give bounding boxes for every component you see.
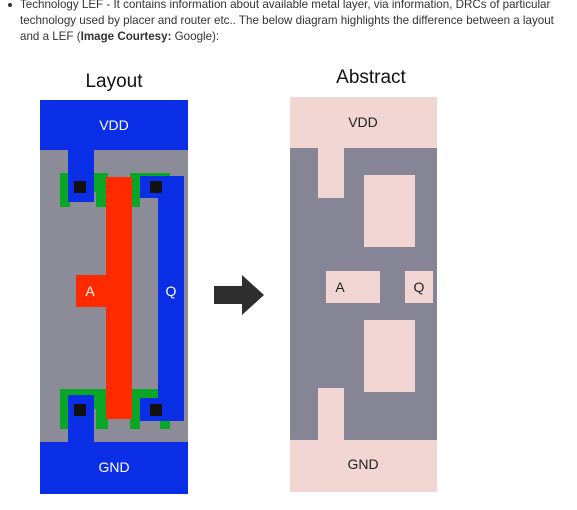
layout-a-label: A [85,283,95,299]
abstract-title: Abstract [336,67,406,88]
abstract-a-pin [326,271,380,303]
abstract-cell: VDD GND A Q [290,97,437,492]
layout-vdd-label: VDD [99,117,129,133]
abstract-blockage-top [364,175,415,247]
right-arrow-icon [214,275,264,315]
layout-contact [150,181,162,193]
layout-gnd-stub [68,395,94,442]
abstract-gnd-label: GND [347,456,378,472]
layout-q-label: Q [166,283,177,299]
layout-gnd-label: GND [98,459,129,475]
abstract-vdd-stub [318,148,344,198]
abstract-vdd-label: VDD [348,114,378,130]
layout-title: Layout [85,71,143,92]
layout-vs-abstract-diagram: Layout Abstract VDD GND A Q VDD GND A Q [40,67,437,494]
layout-contact [150,404,162,416]
abstract-blockage-bottom [364,320,415,392]
layout-contact [74,404,86,416]
layout-contact [74,181,86,193]
layout-cell: VDD GND A Q [40,100,188,494]
abstract-a-label: A [335,279,345,295]
abstract-q-label: Q [414,279,425,295]
abstract-gnd-stub [318,388,344,440]
layout-vdd-stub [68,150,94,202]
